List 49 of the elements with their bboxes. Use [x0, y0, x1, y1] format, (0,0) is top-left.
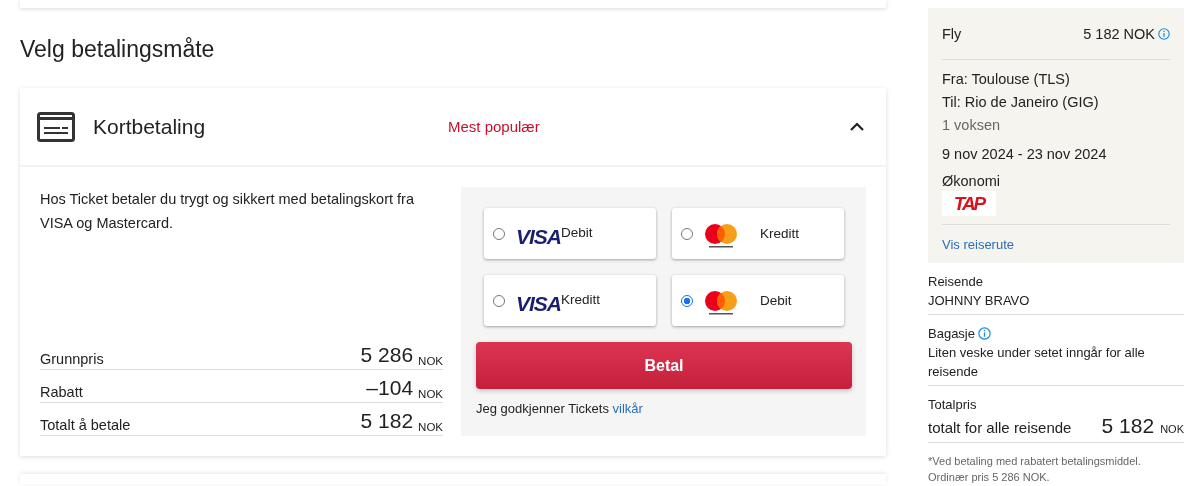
price-amount: 5 182 — [360, 409, 414, 433]
total-label: Totalpris — [928, 396, 978, 414]
payment-method-title: Kortbetaling — [93, 114, 207, 139]
credit-card-icon — [37, 111, 75, 142]
currency-label: NOK — [418, 388, 443, 400]
currency-label: NOK — [1160, 423, 1184, 435]
baggage-text: Liten veske under setet inngår for alle reisende — [928, 344, 1146, 381]
popular-label: Mest populær — [448, 118, 541, 135]
visa-logo: VISA — [516, 224, 561, 249]
mastercard-logo-icon — [704, 222, 738, 249]
card-option[interactable]: Kreditt — [672, 208, 844, 259]
option-label: Debit — [561, 225, 593, 240]
radio-button[interactable] — [681, 294, 693, 307]
travel-dates: 9 nov 2024 - 23 nov 2024 — [942, 145, 1108, 164]
chevron-icon[interactable] — [850, 122, 864, 131]
price-label: Rabatt — [40, 384, 84, 400]
mastercard-logo-icon — [704, 289, 738, 316]
section-heading: Velg betalingsmåte — [20, 35, 216, 64]
price-amount: –104 — [366, 376, 414, 400]
cabin-class: Økonomi — [942, 172, 1002, 191]
destination-text: Til: Rio de Janeiro (GIG) — [942, 93, 1100, 112]
baggage-label: Bagasje — [928, 325, 975, 343]
terms-link[interactable]: vilkår — [612, 401, 643, 416]
total-caption: totalt for alle reisende — [928, 419, 1073, 436]
total-amount: 5 182 — [1101, 414, 1155, 438]
currency-label: NOK — [418, 355, 443, 367]
info-icon[interactable] — [1158, 27, 1170, 40]
visa-logo: VISA — [516, 291, 561, 316]
card-option[interactable]: Debit — [672, 275, 844, 326]
currency-label: NOK — [418, 421, 443, 433]
passenger-count: 1 voksen — [942, 116, 1002, 135]
price-amount: 5 286 — [360, 343, 414, 367]
footnote-text: *Ved betaling med rabatert betalingsmiddel. Ordinær pris 5 286 NOK. — [928, 454, 1142, 485]
airline-logo: TAP — [942, 191, 996, 216]
price-label: Totalt å betale — [40, 417, 132, 433]
option-label: Kreditt — [760, 226, 800, 241]
itinerary-link[interactable]: Vis reiserute — [942, 236, 1014, 252]
payment-description: Hos Ticket betaler du trygt og sikkert med betalingskort fra VISA og Mastercard. — [40, 190, 415, 233]
option-label: Kreditt — [561, 292, 601, 307]
price-label: Grunnpris — [40, 351, 105, 367]
traveler-label: Reisende — [928, 273, 984, 291]
traveler-name: JOHNNY BRAVO — [928, 292, 1031, 310]
pay-button[interactable]: Betal — [476, 342, 852, 389]
summary-price: 5 182 NOK — [1083, 25, 1155, 42]
terms-text: Jeg godkjenner Tickets — [476, 401, 609, 416]
origin-text: Fra: Toulouse (TLS) — [942, 70, 1071, 89]
info-icon[interactable] — [978, 327, 991, 340]
option-label: Debit — [760, 293, 792, 308]
summary-title: Fly — [942, 25, 963, 42]
